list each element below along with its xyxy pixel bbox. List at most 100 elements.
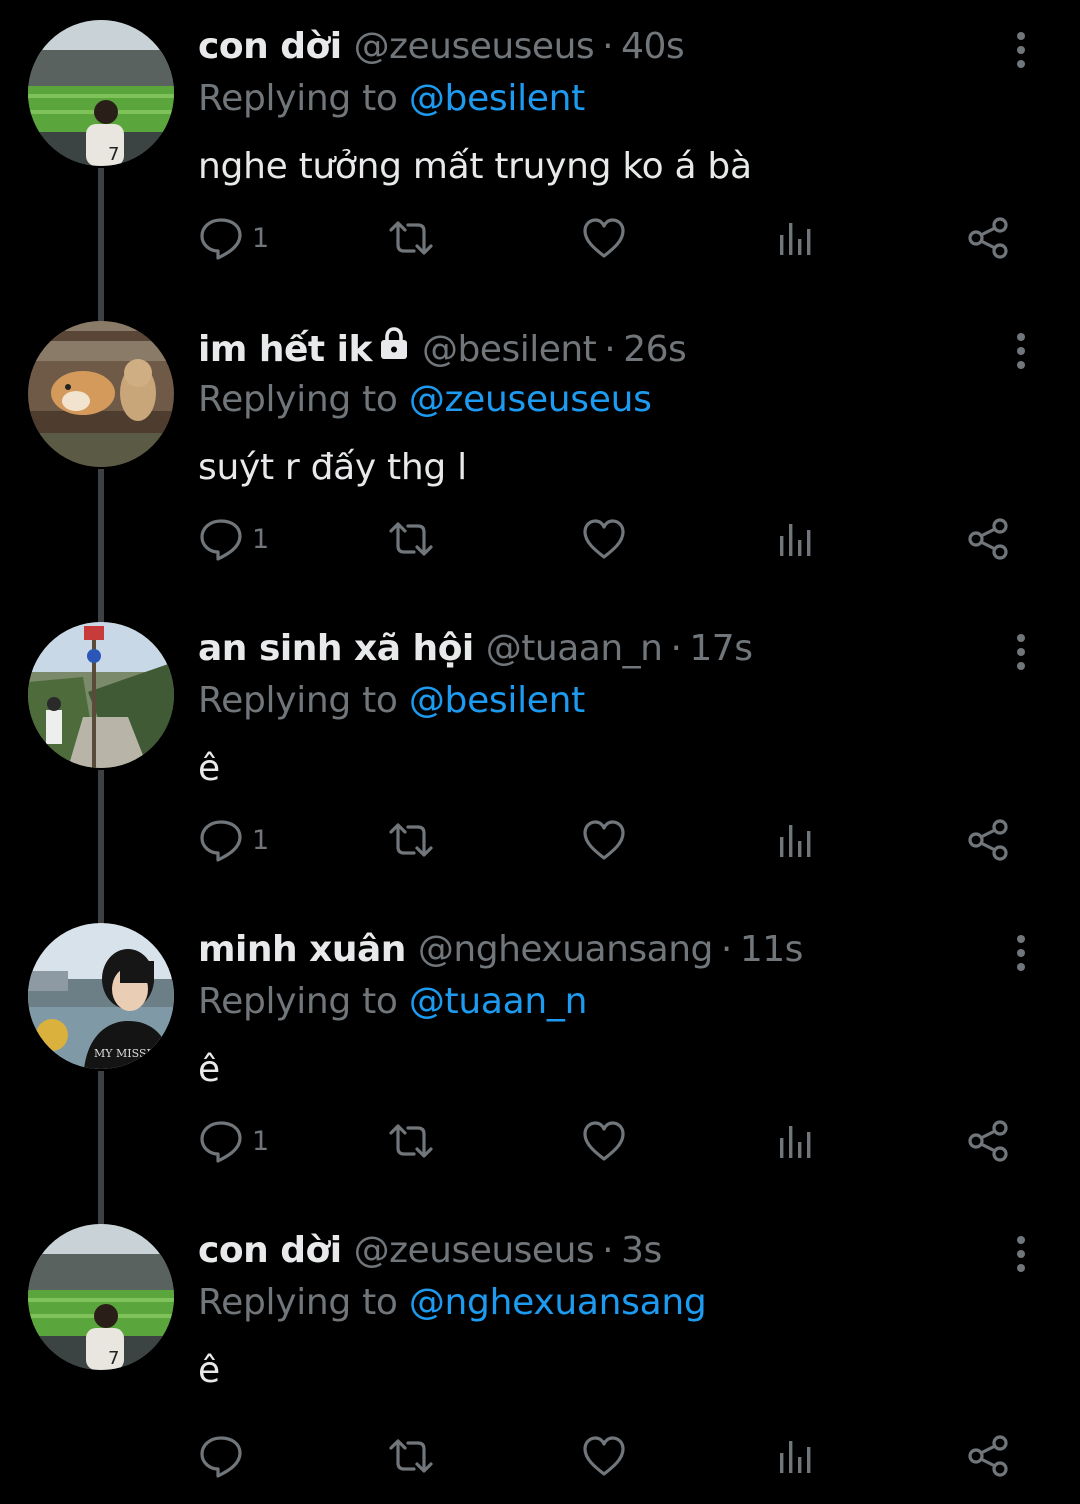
like-icon bbox=[583, 1121, 625, 1161]
replying-to: Replying to @besilent bbox=[198, 680, 585, 721]
action-bar: 1 bbox=[0, 810, 1080, 870]
reply-icon bbox=[200, 519, 242, 561]
more-options-button[interactable] bbox=[1006, 632, 1036, 672]
more-options-icon bbox=[1017, 634, 1025, 670]
timestamp[interactable]: 40s bbox=[621, 26, 685, 67]
retweet-button[interactable] bbox=[388, 1111, 434, 1171]
display-name[interactable]: con dời bbox=[198, 1230, 342, 1271]
tweet[interactable]: an sinh xã hội @tuaan_n · 17s Replying t… bbox=[0, 602, 1080, 902]
tweet[interactable]: MY MISSION minh xuân @nghexuansang · 11s… bbox=[0, 903, 1080, 1203]
mention-link[interactable]: @nghexuansang bbox=[409, 1282, 707, 1323]
timestamp[interactable]: 17s bbox=[689, 628, 753, 669]
portrait-photo-icon: MY MISSION bbox=[28, 923, 174, 1069]
replying-to-label: Replying to bbox=[198, 981, 398, 1022]
replying-to: Replying to @nghexuansang bbox=[198, 1282, 707, 1323]
tweet-header: con dời @zeuseuseus · 3s bbox=[198, 1230, 662, 1282]
views-button[interactable] bbox=[774, 1111, 820, 1171]
user-handle[interactable]: @besilent bbox=[422, 329, 597, 370]
tweet-header: con dời @zeuseuseus · 40s bbox=[198, 26, 685, 78]
timestamp[interactable]: 26s bbox=[623, 329, 687, 370]
more-options-button[interactable] bbox=[1006, 331, 1036, 371]
retweet-icon bbox=[389, 522, 433, 556]
like-button[interactable] bbox=[581, 1426, 627, 1486]
mention-link[interactable]: @besilent bbox=[409, 680, 585, 721]
share-button[interactable] bbox=[966, 1426, 1012, 1486]
reply-button[interactable]: 1 bbox=[198, 208, 269, 268]
reply-count: 1 bbox=[252, 523, 270, 555]
mention-link[interactable]: @besilent bbox=[409, 78, 585, 119]
replying-to: Replying to @zeuseuseus bbox=[198, 379, 652, 420]
user-handle[interactable]: @tuaan_n bbox=[486, 628, 663, 669]
avatar[interactable] bbox=[28, 321, 174, 467]
tweet[interactable]: 7 con dời @zeuseuseus · 3s Replying to @… bbox=[0, 1204, 1080, 1504]
action-bar: 1 bbox=[0, 509, 1080, 569]
like-button[interactable] bbox=[581, 810, 627, 870]
user-handle[interactable]: @zeuseuseus bbox=[354, 1230, 595, 1271]
share-button[interactable] bbox=[966, 509, 1012, 569]
reply-button[interactable]: 1 bbox=[198, 509, 269, 569]
separator-dot: · bbox=[720, 929, 732, 970]
more-options-icon bbox=[1017, 1236, 1025, 1272]
avatar[interactable]: 7 bbox=[28, 1224, 174, 1370]
replying-to-label: Replying to bbox=[198, 1282, 398, 1323]
display-name[interactable]: an sinh xã hội bbox=[198, 628, 474, 669]
like-icon bbox=[583, 519, 625, 559]
more-options-icon bbox=[1017, 333, 1025, 369]
share-button[interactable] bbox=[966, 1111, 1012, 1171]
share-button[interactable] bbox=[966, 208, 1012, 268]
display-name[interactable]: con dời bbox=[198, 26, 342, 67]
separator-dot: · bbox=[602, 26, 614, 67]
views-icon bbox=[780, 825, 811, 857]
display-name[interactable]: minh xuân bbox=[198, 929, 406, 970]
share-icon bbox=[968, 819, 1008, 861]
lock-icon bbox=[380, 327, 407, 359]
views-button[interactable] bbox=[774, 208, 820, 268]
retweet-icon bbox=[389, 1124, 433, 1158]
stadium-photo-icon: 7 bbox=[28, 20, 174, 166]
retweet-icon bbox=[389, 1439, 433, 1473]
views-icon bbox=[780, 524, 811, 556]
avatar[interactable]: MY MISSION bbox=[28, 923, 174, 1069]
reply-button[interactable]: 1 bbox=[198, 1111, 269, 1171]
share-icon bbox=[968, 518, 1008, 560]
views-button[interactable] bbox=[774, 810, 820, 870]
share-icon bbox=[968, 1435, 1008, 1477]
user-handle[interactable]: @nghexuansang bbox=[418, 929, 713, 970]
action-bar: 1 bbox=[0, 1111, 1080, 1171]
reply-icon bbox=[200, 1436, 242, 1478]
svg-text:7: 7 bbox=[108, 144, 119, 165]
tweet[interactable]: 7 con dời @zeuseuseus · 40s Replying to … bbox=[0, 0, 1080, 300]
like-button[interactable] bbox=[581, 509, 627, 569]
views-icon bbox=[780, 223, 811, 255]
more-options-button[interactable] bbox=[1006, 1234, 1036, 1274]
timestamp[interactable]: 3s bbox=[621, 1230, 662, 1271]
views-button[interactable] bbox=[774, 1426, 820, 1486]
retweet-button[interactable] bbox=[388, 208, 434, 268]
like-button[interactable] bbox=[581, 1111, 627, 1171]
like-button[interactable] bbox=[581, 208, 627, 268]
retweet-button[interactable] bbox=[388, 1426, 434, 1486]
retweet-icon bbox=[389, 823, 433, 857]
tweet-header: an sinh xã hội @tuaan_n · 17s bbox=[198, 628, 753, 680]
reply-button[interactable]: 1 bbox=[198, 810, 269, 870]
more-options-button[interactable] bbox=[1006, 933, 1036, 973]
more-options-button[interactable] bbox=[1006, 30, 1036, 70]
like-icon bbox=[583, 1436, 625, 1476]
avatar[interactable] bbox=[28, 622, 174, 768]
views-button[interactable] bbox=[774, 509, 820, 569]
reply-count: 1 bbox=[252, 1125, 270, 1157]
mention-link[interactable]: @tuaan_n bbox=[409, 981, 588, 1022]
mention-link[interactable]: @zeuseuseus bbox=[409, 379, 652, 420]
separator-dot: · bbox=[604, 329, 616, 370]
share-button[interactable] bbox=[966, 810, 1012, 870]
tweet[interactable]: im hết ik @besilent · 26s Replying to @z… bbox=[0, 301, 1080, 601]
timestamp[interactable]: 11s bbox=[740, 929, 804, 970]
reply-button[interactable] bbox=[198, 1426, 252, 1486]
avatar[interactable]: 7 bbox=[28, 20, 174, 166]
display-name[interactable]: im hết ik bbox=[198, 329, 372, 370]
street-photo-icon bbox=[28, 622, 174, 768]
retweet-button[interactable] bbox=[388, 810, 434, 870]
reply-count: 1 bbox=[252, 824, 270, 856]
user-handle[interactable]: @zeuseuseus bbox=[354, 26, 595, 67]
retweet-button[interactable] bbox=[388, 509, 434, 569]
